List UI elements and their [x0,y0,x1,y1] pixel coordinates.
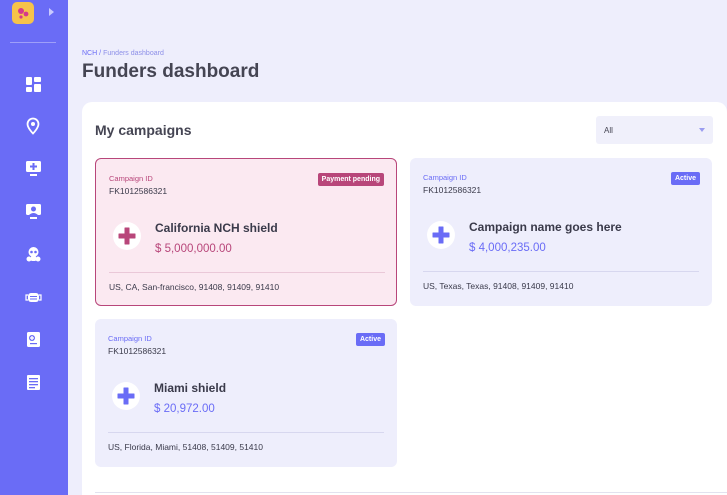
filter-selected-value: All [604,126,613,135]
campaign-amount: $ 5,000,000.00 [155,243,232,255]
campaign-id-label: Campaign ID [423,173,467,182]
sidebar [0,0,68,495]
app-logo-icon[interactable] [12,2,34,24]
status-badge: Active [670,172,700,185]
campaign-id-value: FK1012586321 [109,186,168,196]
document-list-icon[interactable] [24,373,42,391]
medical-report-icon[interactable] [24,330,42,348]
campaigns-panel: My campaigns All Campaign ID FK101258632… [82,102,727,495]
campaign-filter-select[interactable]: All [596,116,713,144]
status-badge: Payment pending [317,173,384,186]
campaign-name: Miami shield [154,381,227,395]
campaign-card[interactable]: Campaign ID FK1012586321 Active Miami sh… [95,319,397,467]
campaign-id-value: FK1012586321 [108,346,167,356]
campaign-name: California NCH shield [155,221,278,235]
campaign-location: US, Texas, Texas, 91408, 91409, 91410 [423,281,574,291]
campaign-location: US, Florida, Miami, 51408, 51409, 51410 [108,442,263,452]
campaign-plus-icon [427,221,455,249]
panel-bottom-divider [95,492,727,493]
card-divider [423,271,699,272]
panel-title: My campaigns [95,122,192,138]
expand-sidebar-icon[interactable] [49,8,54,16]
support-screen-icon[interactable] [24,202,42,220]
campaign-id-value: FK1012586321 [423,185,482,195]
sidebar-divider [10,42,56,43]
campaign-amount: $ 4,000,235.00 [469,242,546,254]
location-pin-icon[interactable] [24,117,42,135]
breadcrumb-current: Funders dashboard [103,50,164,57]
chevron-down-icon [699,128,705,132]
card-divider [108,432,384,433]
breadcrumb: NCH / Funders dashboard [82,50,164,57]
campaign-plus-icon [113,222,141,250]
dashboard-grid-icon[interactable] [24,75,42,93]
face-mask-icon[interactable] [24,288,42,306]
campaign-plus-icon [112,382,140,410]
campaign-name: Campaign name goes here [469,220,622,234]
campaign-card[interactable]: Campaign ID FK1012586321 Active Campaign… [410,158,712,306]
campaign-amount: $ 20,972.00 [154,403,215,415]
card-divider [109,272,385,273]
campaign-card[interactable]: Campaign ID FK1012586321 Payment pending… [95,158,397,306]
medical-monitor-icon[interactable] [24,159,42,177]
breadcrumb-separator: / [99,50,102,57]
breadcrumb-root-link[interactable]: NCH [82,50,97,57]
campaign-id-label: Campaign ID [109,174,153,183]
page-title: Funders dashboard [82,61,260,82]
status-badge: Active [355,333,385,346]
hazmat-mask-icon[interactable] [24,245,42,263]
campaign-id-label: Campaign ID [108,334,152,343]
campaign-location: US, CA, San-francisco, 91408, 91409, 914… [109,282,280,292]
